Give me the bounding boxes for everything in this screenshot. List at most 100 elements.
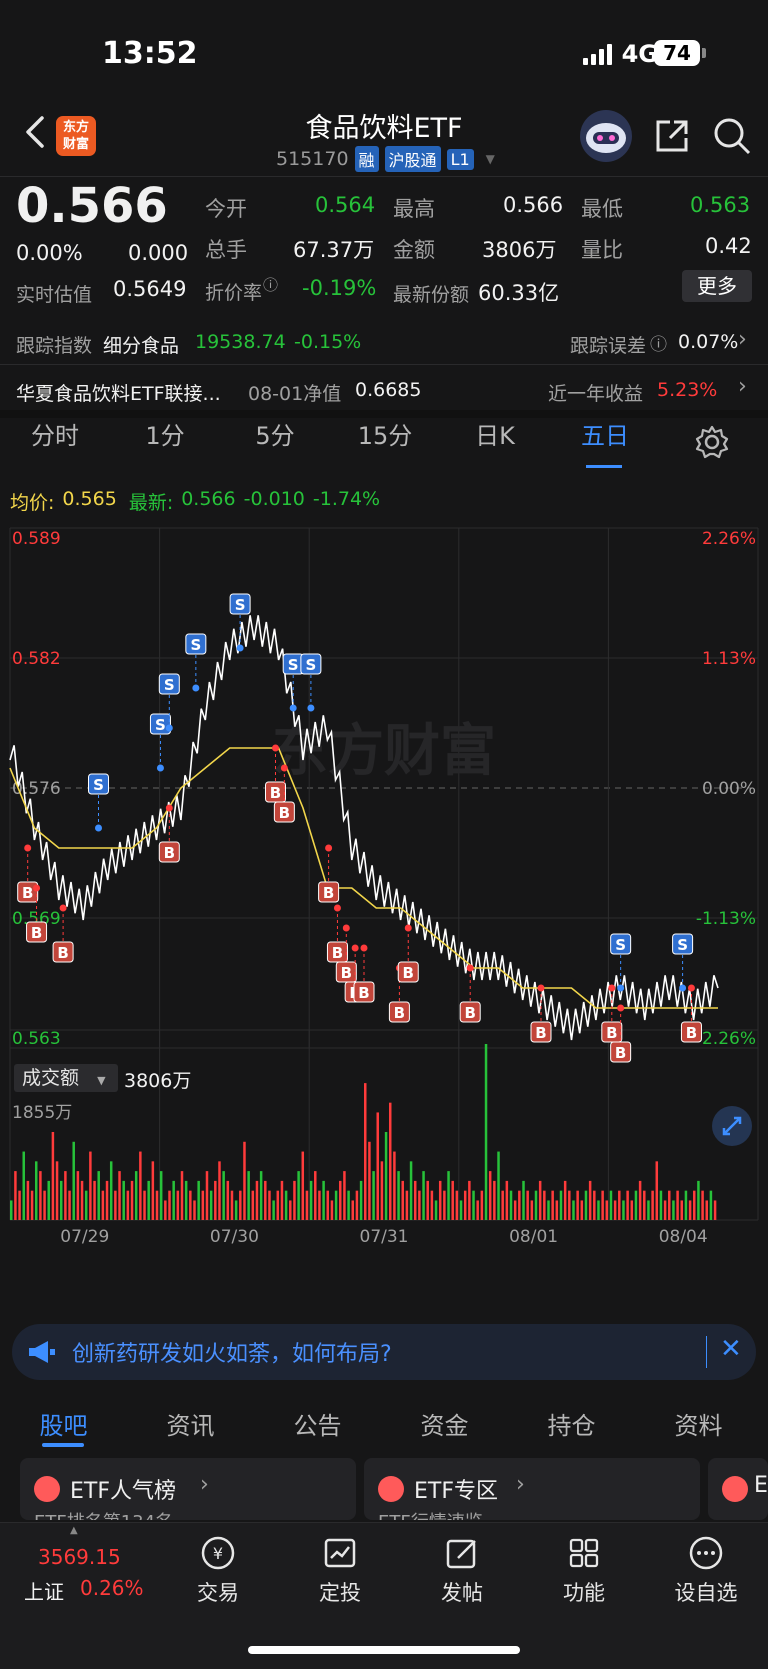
banner-divider (706, 1336, 707, 1368)
card-title-1: ETF人气榜 (70, 1479, 176, 1504)
nav-invest-plan-label: 定投 (319, 1581, 361, 1605)
volume-bar (139, 1151, 142, 1220)
volume-bar (168, 1190, 171, 1220)
buy-marker-label: B (403, 964, 414, 982)
tracking-error-value: 0.07% (678, 331, 739, 353)
buy-point (280, 764, 288, 772)
x-axis-label: 08/01 (509, 1227, 558, 1247)
sh-index-value[interactable]: 3569.15 (38, 1545, 121, 1569)
help-icon[interactable]: ⓘ (650, 330, 667, 355)
assistant-robot-icon[interactable] (580, 110, 632, 162)
low-value: 0.563 (690, 193, 751, 217)
buy-marker-label: B (164, 844, 175, 862)
buy-point (33, 884, 41, 892)
tab-profile[interactable]: 资料 (635, 1406, 762, 1441)
high-label: 最高 (393, 197, 435, 221)
shares-value: 60.33亿 (478, 281, 560, 305)
tab-guba[interactable]: 股吧 (0, 1406, 127, 1441)
tab-news[interactable]: 资讯 (127, 1406, 254, 1441)
banner-text[interactable]: 创新药研发如火如荼，如何布局? (72, 1336, 392, 1368)
sell-point (289, 704, 297, 712)
volume-bar (701, 1190, 704, 1220)
volume-bar (289, 1200, 292, 1220)
volume-bar (509, 1190, 513, 1220)
return-value: 5.23% (657, 379, 718, 401)
expand-icon[interactable] (712, 1106, 752, 1146)
share-icon[interactable] (652, 116, 692, 156)
volume-bar (222, 1171, 225, 1220)
volume-bar (47, 1180, 50, 1220)
collapse-arrow-icon[interactable]: ▲ (70, 1525, 78, 1536)
battery-tip (702, 48, 706, 58)
y-tick-left: 0.563 (12, 1029, 61, 1049)
volume-selector[interactable]: 成交额 ▼ (14, 1064, 118, 1092)
etf-zone-icon (378, 1476, 404, 1502)
tab-five-day[interactable]: 五日 (550, 416, 660, 451)
info-icon[interactable]: ⓘ (263, 274, 278, 295)
tab-announcements[interactable]: 公告 (254, 1406, 381, 1441)
tab-funds[interactable]: 资金 (381, 1406, 508, 1441)
card-etf-popularity[interactable]: ETF人气榜 › ETF排名第134名 (20, 1458, 356, 1520)
volume-max: 1855万 (12, 1103, 73, 1123)
fund-code-row[interactable]: 515170 融 沪股通 L1 ▼ (276, 146, 495, 172)
volume-bar (309, 1180, 313, 1220)
volume-bar (10, 1200, 13, 1220)
volume-bar (688, 1200, 692, 1220)
signal-icon (582, 43, 612, 65)
change-value: 0.000 (128, 241, 189, 265)
amount-value: 3806万 (482, 238, 557, 262)
volume-bar (22, 1151, 25, 1220)
card-etf-zone[interactable]: ETF专区 › ETF行情速览 (364, 1458, 700, 1520)
linked-fund-name[interactable]: 华夏食品饮料ETF联接... (16, 379, 221, 406)
chevron-right-icon[interactable]: › (738, 327, 747, 352)
nav-add-watchlist[interactable]: 设自选 (656, 1534, 756, 1607)
y-tick-right: -1.13% (696, 909, 756, 929)
volume-bar (580, 1200, 584, 1220)
volume-bar (693, 1190, 696, 1220)
tab-5min[interactable]: 5分 (220, 416, 330, 451)
buy-marker-label: B (394, 1004, 405, 1022)
buy-marker-label: B (323, 884, 334, 902)
volume-bar (347, 1190, 350, 1220)
nav-functions[interactable]: 功能 (534, 1534, 634, 1607)
volume-bar (622, 1200, 625, 1220)
sell-point (679, 984, 687, 992)
chevron-right-icon-card1: › (200, 1472, 209, 1497)
tab-daily-k[interactable]: 日K (440, 416, 550, 451)
volume-value: 67.37万 (293, 238, 375, 262)
volume-bar (518, 1190, 521, 1220)
tab-holdings[interactable]: 持仓 (508, 1406, 635, 1441)
tracking-index-name[interactable]: 细分食品 (103, 331, 179, 358)
volume-bar (197, 1180, 200, 1220)
volume-bar (593, 1190, 596, 1220)
buy-marker-label: B (686, 1024, 697, 1042)
linked-fund-nav: 0.6685 (355, 379, 422, 401)
tab-timeshare[interactable]: 分时 (0, 416, 110, 451)
buy-point (608, 984, 616, 992)
partial-card-icon (722, 1476, 748, 1502)
card-title-2: ETF专区 (414, 1479, 498, 1504)
nav-post[interactable]: 发帖 (412, 1534, 512, 1607)
close-icon[interactable]: ✕ (720, 1334, 742, 1364)
chevron-right-icon-2[interactable]: › (738, 374, 747, 399)
sell-marker-label: S (190, 636, 201, 654)
chart-trend-icon (324, 1538, 356, 1568)
nav-invest-plan[interactable]: 定投 (290, 1534, 390, 1607)
volume-bar (164, 1200, 167, 1220)
nav-trade[interactable]: ¥ 交易 (168, 1534, 268, 1607)
volume-label: 成交额 (22, 1067, 80, 1089)
volume-bar (251, 1190, 255, 1220)
volume-bar (176, 1190, 180, 1220)
x-axis-label: 07/30 (210, 1227, 259, 1247)
more-button[interactable]: 更多 (682, 270, 752, 302)
tab-1min[interactable]: 1分 (110, 416, 220, 451)
buy-marker-label: B (22, 884, 33, 902)
search-icon[interactable] (712, 116, 752, 156)
tab-15min[interactable]: 15分 (330, 416, 440, 451)
five-day-chart[interactable]: 东方财富0.5890.5820.5760.5690.5632.26%1.13%0… (0, 470, 768, 1290)
sell-marker-label: S (288, 656, 299, 674)
volume-bar (405, 1190, 409, 1220)
settings-gear-icon[interactable] (694, 424, 730, 460)
card-partial[interactable]: E (708, 1458, 768, 1520)
volume-bar (576, 1190, 579, 1220)
